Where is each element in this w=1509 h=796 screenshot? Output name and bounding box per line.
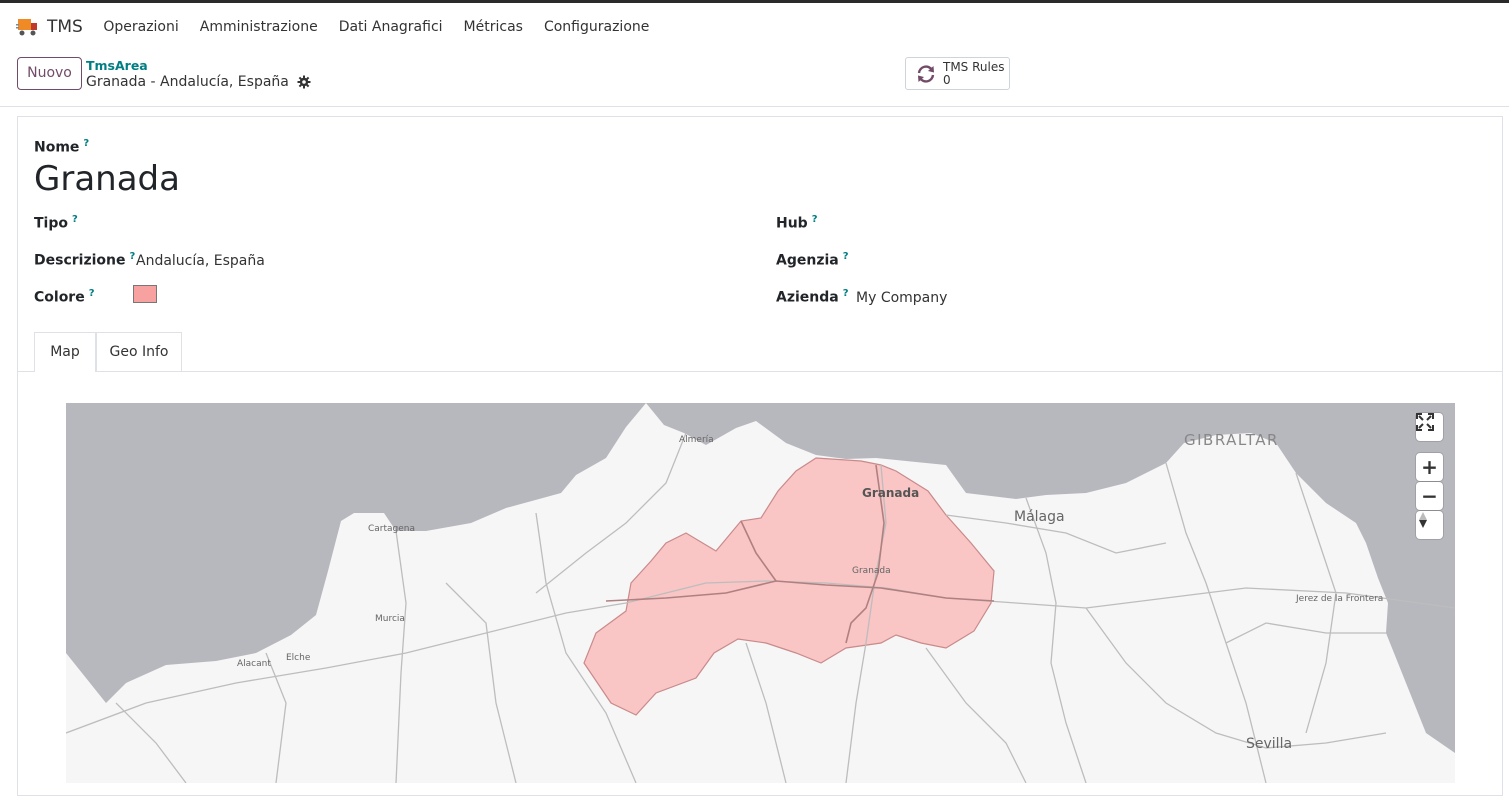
compass-icon[interactable] [1416, 511, 1443, 539]
menu-configurazione[interactable]: Configurazione [544, 19, 649, 35]
azienda-label-text: Azienda [776, 289, 839, 306]
gear-icon[interactable] [297, 75, 311, 89]
top-navbar: TMS Operazioni Amministrazione Dati Anag… [0, 0, 1509, 50]
descrizione-label-text: Descrizione [34, 252, 126, 269]
tms-rules-smart-button[interactable]: TMS Rules 0 [905, 57, 1010, 90]
agenzia-label-text: Agenzia [776, 252, 839, 269]
map-label-alicante: Alacant [237, 659, 271, 669]
map-label-jerez: Jerez de la Frontera [1296, 594, 1384, 604]
map-label-gibraltar: GIBRALTAR [1184, 431, 1279, 449]
map-label-granada-small: Granada [852, 566, 891, 576]
notebook-tabs: Map Geo Info [18, 332, 1502, 372]
colore-label-text: Colore [34, 289, 85, 306]
breadcrumb-current: Granada - Andalucía, España [86, 74, 311, 90]
hub-label: Hub? [776, 214, 818, 232]
map-canvas [66, 403, 1455, 783]
menu-operazioni[interactable]: Operazioni [103, 19, 178, 35]
tab-geo-info[interactable]: Geo Info [96, 332, 182, 371]
map-label-murcia: Murcia [375, 614, 405, 624]
azienda-label: Azienda? [776, 288, 849, 306]
form-sheet: Nome? Granada Tipo? Descrizione? Andaluc… [17, 116, 1503, 796]
smart-button-count: 0 [943, 72, 951, 87]
help-icon[interactable]: ? [843, 288, 849, 299]
help-icon[interactable]: ? [89, 288, 95, 299]
agenzia-label: Agenzia? [776, 251, 849, 269]
truck-icon [16, 15, 40, 39]
tab-map[interactable]: Map [34, 332, 96, 372]
map-label-cartagena: Cartagena [368, 524, 416, 534]
descrizione-label: Descrizione? [34, 251, 135, 269]
map-label-elche: Elche [286, 653, 311, 663]
menu-amministrazione[interactable]: Amministrazione [200, 19, 318, 35]
control-panel: Nuovo TmsArea Granada - Andalucía, Españ… [0, 50, 1509, 107]
descrizione-field[interactable]: Andalucía, España [136, 253, 265, 269]
map-label-sevilla: Sevilla [1246, 736, 1293, 752]
help-icon[interactable]: ? [843, 251, 849, 262]
nome-field[interactable]: Granada [34, 159, 180, 199]
nome-label: Nome? [34, 138, 89, 156]
refresh-icon [915, 63, 937, 85]
map-view[interactable]: GIBRALTAR Málaga Granada Granada Almería… [66, 403, 1455, 783]
smart-button-text: TMS Rules 0 [943, 59, 1005, 87]
help-icon[interactable]: ? [83, 138, 89, 149]
azienda-field[interactable]: My Company [856, 290, 947, 306]
help-icon[interactable]: ? [129, 251, 135, 262]
map-label-almeria: Almería [679, 435, 714, 445]
colore-label: Colore? [34, 288, 95, 306]
map-label-malaga: Málaga [1014, 509, 1065, 525]
app-brand[interactable]: TMS [16, 15, 83, 39]
menu-metricas[interactable]: Métricas [464, 19, 523, 35]
tipo-label-text: Tipo [34, 215, 68, 232]
menu-dati-anagrafici[interactable]: Dati Anagrafici [339, 19, 443, 35]
fullscreen-icon[interactable] [1416, 413, 1443, 441]
map-label-granada-main: Granada [862, 486, 920, 500]
breadcrumb-current-label: Granada - Andalucía, España [86, 74, 289, 90]
nome-label-text: Nome [34, 139, 80, 156]
new-button[interactable]: Nuovo [17, 57, 82, 90]
hub-label-text: Hub [776, 215, 808, 232]
app-name: TMS [47, 16, 83, 37]
smart-button-label: TMS Rules [943, 59, 1005, 74]
tipo-label: Tipo? [34, 214, 78, 232]
zoom-out-button[interactable]: − [1416, 482, 1443, 510]
help-icon[interactable]: ? [812, 214, 818, 225]
help-icon[interactable]: ? [72, 214, 78, 225]
color-swatch[interactable] [133, 285, 157, 303]
breadcrumb-parent[interactable]: TmsArea [86, 58, 148, 73]
zoom-in-button[interactable]: + [1416, 453, 1443, 481]
